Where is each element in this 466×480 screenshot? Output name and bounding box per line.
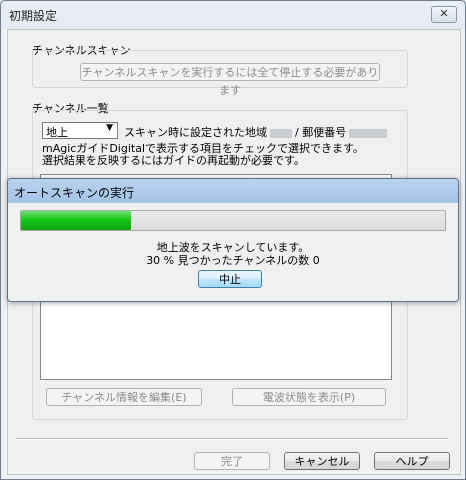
postal-label: / 郵便番号: [295, 126, 347, 139]
cancel-button[interactable]: キャンセル: [284, 452, 360, 470]
done-button[interactable]: 完了: [194, 452, 270, 470]
region-line: スキャン時に設定された地域 / 郵便番号: [124, 124, 390, 140]
edit-channel-button[interactable]: チャンネル情報を編集(E): [46, 388, 202, 406]
scan-progress-fill: [21, 211, 132, 230]
channel-scan-button[interactable]: チャンネルスキャンを実行するには全て停止する必要があります: [80, 63, 380, 97]
region-redacted: [270, 128, 292, 138]
info-line-2: 選択結果を反映するにはガイドの再起動が必要です。: [42, 154, 305, 167]
band-select[interactable]: 地上 ▼: [42, 122, 118, 139]
auto-scan-dialog: オートスキャンの実行 地上波をスキャンしています。 30 % 見つかったチャンネ…: [7, 178, 459, 302]
info-text: mAgicガイドDigitalで表示する項目をチェックで選択できます。 選択結果…: [42, 143, 364, 167]
auto-scan-titlebar: オートスキャンの実行: [8, 179, 458, 203]
postal-redacted: [349, 128, 388, 138]
divider: [16, 438, 448, 440]
scan-status-line-2: 30 % 見つかったチャンネルの数 0: [146, 254, 320, 267]
window-title: 初期設定: [9, 9, 58, 23]
chevron-down-icon: ▼: [106, 123, 113, 133]
scan-progress-bar: [20, 210, 446, 231]
band-select-value: 地上: [46, 126, 68, 139]
signal-status-button[interactable]: 電波状態を表示(P): [232, 388, 386, 406]
close-icon[interactable]: ✕: [431, 6, 457, 23]
stop-button[interactable]: 中止: [198, 270, 262, 288]
region-label: スキャン時に設定された地域: [124, 126, 267, 139]
auto-scan-title: オートスキャンの実行: [14, 186, 135, 200]
help-button[interactable]: ヘルプ: [374, 452, 450, 470]
